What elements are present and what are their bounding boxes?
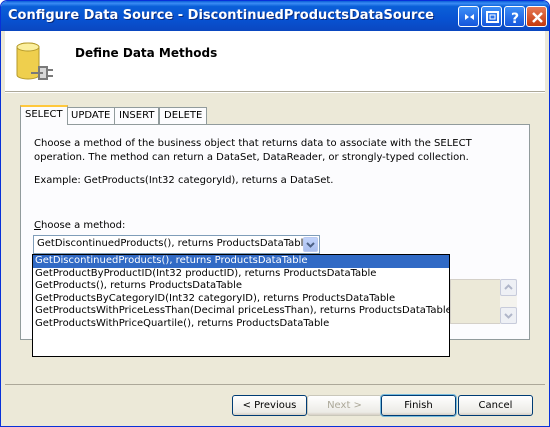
tab-insert[interactable]: INSERT [114,107,160,124]
list-item[interactable]: GetProductsByCategoryID(Int32 categoryID… [33,293,449,306]
scroll-down-icon[interactable] [500,307,517,324]
tab-select[interactable]: SELECT [20,105,68,125]
next-button[interactable]: Next > [307,395,382,416]
database-icon [11,37,61,90]
help-icon[interactable]: ? [504,6,525,27]
method-example: Example: GetProducts(Int32 categoryId), … [34,175,334,186]
page-title: Define Data Methods [75,46,218,60]
parameters-scrollbar[interactable] [500,279,517,324]
choose-method-label-text: hoose a method: [40,220,126,231]
choose-method-mnemonic: C [34,220,41,231]
close-icon[interactable] [526,6,547,27]
window-icon[interactable] [481,6,502,27]
choose-method-label: Choose a method: [34,220,125,231]
title-bar[interactable]: Configure Data Source - DiscontinuedProd… [1,1,549,31]
method-select-value: GetDiscontinuedProducts(), returns Produ… [37,238,310,249]
dialog-window: Configure Data Source - DiscontinuedProd… [0,0,550,427]
svg-text:?: ? [511,11,519,27]
method-dropdown-list[interactable]: GetDiscontinuedProducts(), returns Produ… [32,254,450,357]
wizard-header: Define Data Methods [5,31,545,91]
method-select[interactable]: GetDiscontinuedProducts(), returns Produ… [33,235,320,254]
method-description: Choose a method of the business object t… [34,138,472,163]
window-title: Configure Data Source - DiscontinuedProd… [8,8,434,23]
chevron-down-icon[interactable] [303,237,318,252]
list-item[interactable]: GetDiscontinuedProducts(), returns Produ… [33,255,449,268]
list-item[interactable]: GetProductByProductID(Int32 productID), … [33,268,449,281]
header-divider-highlight [5,92,545,93]
previous-button[interactable]: < Previous [232,395,307,416]
list-item[interactable]: GetProductsWithPriceQuartile(), returns … [33,318,449,331]
list-item[interactable]: GetProducts(), returns ProductsDataTable [33,280,449,293]
cancel-button[interactable]: Cancel [458,395,533,416]
scroll-up-icon[interactable] [500,279,517,296]
restore-icon[interactable] [458,6,479,27]
list-item[interactable]: GetProductsWithPriceLessThan(Decimal pri… [33,305,449,318]
finish-button[interactable]: Finish [380,394,457,417]
tab-update[interactable]: UPDATE [66,107,116,124]
tab-delete[interactable]: DELETE [159,107,208,124]
footer-divider [5,384,545,385]
